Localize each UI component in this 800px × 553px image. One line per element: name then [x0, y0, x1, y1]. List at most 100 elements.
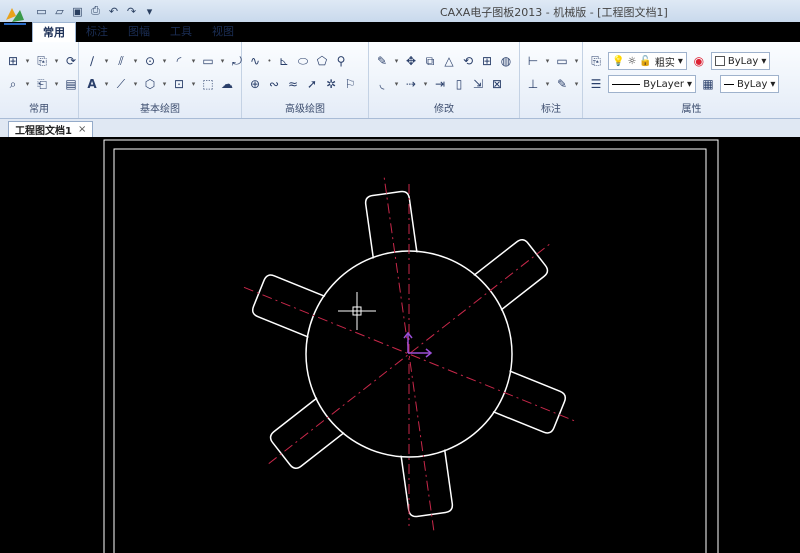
color-swatch	[714, 56, 725, 66]
line-icon[interactable]: ∕	[83, 52, 101, 70]
circle-icon[interactable]: ⊙	[141, 52, 159, 70]
delete-icon[interactable]: ✎	[373, 52, 391, 70]
explode-icon[interactable]: ⊠	[488, 75, 506, 93]
caret-icon[interactable]: ▾	[52, 75, 61, 93]
extend-icon[interactable]: ⇥	[431, 75, 449, 93]
trim-icon[interactable]: ◍	[497, 52, 515, 70]
hole-axis-icon[interactable]: ⊕	[246, 75, 264, 93]
lineweight-select[interactable]: ByLay ▾	[720, 75, 780, 93]
close-icon[interactable]: ×	[78, 124, 86, 135]
image-icon[interactable]: ⚐	[341, 75, 359, 93]
caret-icon[interactable]: ▾	[102, 75, 111, 93]
tolerance-icon[interactable]: ▭	[553, 52, 571, 70]
fillet-icon[interactable]: ◟	[373, 75, 391, 93]
title-bar: ▭ ▱ ▣ ⎙ ↶ ↷ ▾ CAXA电子图板2013 - 机械版 - [工程图文…	[0, 0, 800, 22]
block-icon[interactable]: ⊡	[170, 75, 188, 93]
ordinate-dim-icon[interactable]: ⊥	[524, 75, 542, 93]
caret-icon[interactable]: ▾	[572, 52, 581, 70]
tab-common[interactable]: 常用	[32, 22, 76, 42]
caret-icon[interactable]: ▾	[543, 75, 552, 93]
caret-icon[interactable]: ▾	[160, 52, 169, 70]
mirror-icon[interactable]: △	[440, 52, 458, 70]
tab-view[interactable]: 视图	[202, 22, 244, 41]
caret-icon[interactable]: ▾	[23, 52, 32, 70]
caret-icon[interactable]: ▾	[131, 75, 140, 93]
arc-icon[interactable]: ◜	[170, 52, 188, 70]
paste-icon[interactable]: ⎗	[33, 75, 51, 93]
properties-icon[interactable]: ▤	[62, 75, 80, 93]
rectangle-icon[interactable]: ▭	[199, 52, 217, 70]
linetype-select[interactable]: ByLayer ▾	[608, 75, 696, 93]
document-tab-label: 工程图文档1	[15, 126, 72, 137]
document-tab[interactable]: 工程图文档1 ×	[8, 121, 94, 137]
cloud-icon[interactable]: ☁	[218, 75, 236, 93]
window-title: CAXA电子图板2013 - 机械版 - [工程图文档1]	[440, 6, 668, 19]
leader-icon[interactable]: ✎	[553, 75, 571, 93]
lineweight-icon[interactable]: ☰	[587, 75, 605, 93]
caxa-logo-icon[interactable]	[2, 2, 30, 28]
caret-icon[interactable]: ▾	[160, 75, 169, 93]
caret-icon[interactable]: ▾	[131, 52, 140, 70]
parallel-line-icon[interactable]: ⫽	[112, 52, 130, 70]
match-properties-icon[interactable]: ⎘	[587, 52, 605, 70]
break-icon[interactable]: ⇢	[402, 75, 420, 93]
point-icon[interactable]: ⚲	[332, 52, 350, 70]
group-basic-draw: ∕ ▾ ⫽ ▾ ⊙ ▾ ◜ ▾ ▭ ▾ ⤾ A ▾ ⟋ ▾ ⬡ ▾ ⊡ ▾ ⬚ ☁ 基本绘图	[79, 42, 242, 118]
caret-icon[interactable]: •	[265, 52, 274, 70]
caret-icon[interactable]: ▾	[543, 52, 552, 70]
print-icon[interactable]: ⎙	[88, 4, 103, 19]
wave-line-icon[interactable]: ∾	[265, 75, 283, 93]
centerline-icon[interactable]: ⟋	[112, 75, 130, 93]
caret-icon[interactable]: ▾	[392, 75, 401, 93]
undo-icon[interactable]: ↶	[106, 4, 121, 19]
tab-sheet[interactable]: 图幅	[118, 22, 160, 41]
zoom-icon[interactable]: ⌕	[4, 75, 22, 93]
new-icon[interactable]: ▭	[34, 4, 49, 19]
dimension-icon[interactable]: ⊢	[524, 52, 542, 70]
redo-icon[interactable]: ↷	[124, 4, 139, 19]
linetype-manager-icon[interactable]: ▦	[699, 75, 717, 93]
refresh-icon[interactable]: ⟳	[62, 52, 80, 70]
caret-icon[interactable]: ▾	[102, 52, 111, 70]
customize-icon[interactable]: ▾	[142, 4, 157, 19]
drawing-canvas[interactable]	[0, 137, 800, 553]
caret-icon[interactable]: ▾	[52, 52, 61, 70]
color-select[interactable]: ByLay ▾	[710, 52, 771, 70]
color-wheel-icon[interactable]: ◉	[690, 52, 708, 70]
layer-select[interactable]: 💡 ☼ 🔓 粗实 ▾	[608, 52, 687, 70]
hatch-icon[interactable]: ⬡	[141, 75, 159, 93]
copy-icon[interactable]: ⧉	[421, 52, 439, 70]
caret-icon[interactable]: ▾	[572, 75, 581, 93]
group-label: 高级绘图	[285, 104, 325, 115]
caret-icon[interactable]: ▾	[218, 52, 227, 70]
stretch-icon[interactable]: ⇲	[469, 75, 487, 93]
tab-annotate[interactable]: 标注	[76, 22, 118, 41]
array-icon[interactable]: ⊞	[478, 52, 496, 70]
caret-icon[interactable]: ▾	[23, 75, 32, 93]
scale-icon[interactable]: ▯	[450, 75, 468, 93]
boundary-icon[interactable]: ⬚	[199, 75, 217, 93]
ordinate-icon[interactable]: ⊾	[275, 52, 293, 70]
save-icon[interactable]: ▣	[70, 4, 85, 19]
polygon-icon[interactable]: ⬠	[313, 52, 331, 70]
caret-icon[interactable]: ▾	[392, 52, 401, 70]
ribbon-tabs: 常用 标注 图幅 工具 视图	[32, 22, 244, 42]
arrow-icon[interactable]: ➚	[303, 75, 321, 93]
double-line-icon[interactable]: ≈	[284, 75, 302, 93]
caret-icon[interactable]: ▾	[189, 52, 198, 70]
tab-tools[interactable]: 工具	[160, 22, 202, 41]
move-icon[interactable]: ✥	[402, 52, 420, 70]
caret-icon[interactable]: ▾	[189, 75, 198, 93]
text-icon[interactable]: A	[83, 75, 101, 93]
rotate-icon[interactable]: ⟲	[459, 52, 477, 70]
caret-icon[interactable]: ▾	[421, 75, 430, 93]
layer-icon[interactable]: ⊞	[4, 52, 22, 70]
ellipse-icon[interactable]: ⬭	[294, 52, 312, 70]
open-icon[interactable]: ▱	[52, 4, 67, 19]
clipboard-icon[interactable]: ⎘	[33, 52, 51, 70]
line-sample	[724, 83, 734, 85]
spline-icon[interactable]: ∿	[246, 52, 264, 70]
gear-icon[interactable]: ✲	[322, 75, 340, 93]
line-sample	[612, 83, 641, 85]
group-modify: ✎ ▾ ✥ ⧉ △ ⟲ ⊞ ◍ ◟ ▾ ⇢ ▾ ⇥ ▯ ⇲ ⊠ 修改	[369, 42, 520, 118]
